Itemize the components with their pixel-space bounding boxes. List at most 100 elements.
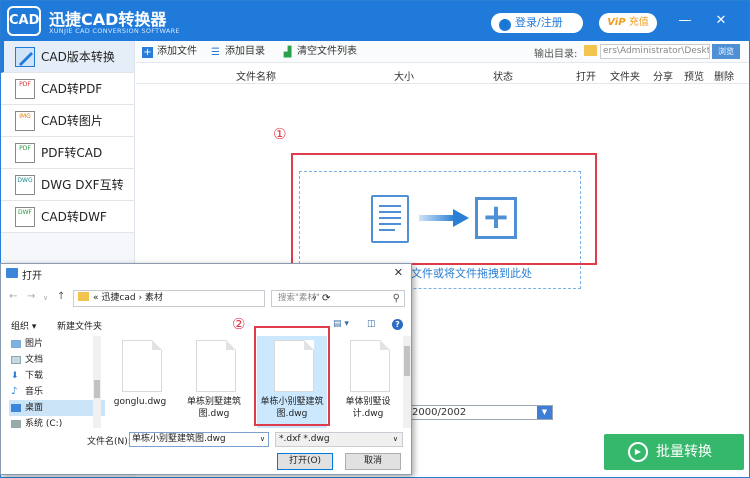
recent-dropdown-icon[interactable]: ∨ [43,294,48,302]
tree-item-documents[interactable]: 文档 [9,352,105,368]
user-icon: 👤 [499,19,511,31]
dialog-command-bar: 组织 ▾ 新建文件夹 ▤ ▾ ◫ ? [1,316,411,334]
desktop-icon [11,404,21,412]
image-icon: IMG [15,110,35,131]
up-arrow-icon[interactable]: ↑ [57,291,65,302]
chevron-down-icon[interactable]: ∨ [260,433,265,446]
tree-scrollbar[interactable] [93,336,101,428]
chevron-down-icon: ▼ [537,406,552,419]
close-icon[interactable]: ✕ [713,13,729,29]
version-value: 2000/2002 [412,407,467,418]
sidebar-item-label: CAD版本转换 [41,50,115,64]
output-dir-label: 输出目录: [534,49,578,60]
sidebar-item-cad-to-dwf[interactable]: DWF CAD转DWF [1,201,134,233]
forward-arrow-icon[interactable]: → [27,291,35,302]
help-icon[interactable]: ? [392,319,403,330]
col-folder: 文件夹 [610,72,640,83]
filename-label: 文件名(N): [87,437,131,447]
dialog-close-icon[interactable]: ✕ [394,266,403,279]
search-input[interactable]: 搜索"素材" ⚲ [271,290,405,307]
folder-icon[interactable] [584,45,597,56]
batch-convert-button[interactable]: ▶ 批量转换 [604,434,744,470]
highlight-box-drop [291,153,597,265]
col-filename: 文件名称 [236,72,276,83]
add-directory-button[interactable]: ☰ 添加目录 [210,45,265,59]
batch-convert-label: 批量转换 [656,444,712,460]
folder-icon [78,292,89,301]
cad-version-icon [15,46,35,67]
output-path-field[interactable]: ers\Administrator\Desktop [600,44,710,59]
pictures-icon [11,340,21,348]
broom-icon: ▟ [283,47,292,58]
breadcrumb-item[interactable]: 迅捷cad [101,293,135,303]
app-logo: CAD [7,6,41,36]
view-options-icon[interactable]: ▤ ▾ [333,319,349,329]
file-item[interactable]: 单体别墅设计.dwg [333,336,401,428]
sidebar-item-cad-to-pdf[interactable]: PDF CAD转PDF [1,73,134,105]
sidebar-item-dwg-dxf[interactable]: DWG DWG DXF互转 [1,169,134,201]
organize-button[interactable]: 组织 ▾ [11,319,36,332]
sidebar-item-label: CAD转图片 [41,114,103,128]
sidebar-item-label: PDF转CAD [41,146,103,160]
highlight-box-file [254,326,330,426]
clear-list-label: 清空文件列表 [297,46,357,57]
breadcrumb-item[interactable]: 素材 [145,293,163,303]
file-type-filter[interactable]: *.dxf *.dwg ∨ [275,432,403,447]
add-file-button[interactable]: + 添加文件 [142,45,197,59]
sidebar-item-label: CAD转DWF [41,210,107,224]
title-bar: CAD 迅捷CAD转换器 XUNJIE CAD CONVERSION SOFTW… [1,1,749,41]
tree-item-music[interactable]: ♪ 音乐 [9,384,105,400]
filename-input[interactable]: 单栋小别墅建筑图.dwg ∨ [129,432,269,447]
toolbar: + 添加文件 ☰ 添加目录 ▟ 清空文件列表 输出目录: ers\Administra… [136,41,749,63]
step-marker-2: ② [232,315,246,333]
open-button[interactable]: 打开(O) [277,453,333,470]
dwg-file-icon [122,340,162,392]
file-item[interactable]: 单栋别墅建筑图.dwg [179,336,249,428]
col-share: 分享 [653,72,673,83]
dialog-title-bar: 打开 ✕ [1,264,411,282]
col-open: 打开 [576,72,596,83]
music-icon: ♪ [11,386,18,397]
col-status: 状态 [493,72,513,83]
recharge-label: 充值 [628,17,649,28]
open-file-dialog: 打开 ✕ ← → ∨ ↑ « 迅捷cad › 素材 ∨ ⟳ 搜索"素材" ⚲ 组… [0,263,412,475]
files-scrollbar[interactable] [403,336,411,428]
tree-item-desktop[interactable]: 桌面 [9,400,105,416]
dwf-icon: DWF [15,206,35,227]
filename-value: 单栋小别墅建筑图.dwg [132,434,226,444]
sidebar-item-cad-to-image[interactable]: IMG CAD转图片 [1,105,134,137]
pdf-icon: PDF [15,78,35,99]
dwg-dxf-icon: DWG [15,174,35,195]
sidebar-item-pdf-to-cad[interactable]: PDF PDF转CAD [1,137,134,169]
cancel-button[interactable]: 取消 [345,453,401,470]
vip-recharge-button[interactable]: ViP 充值 [599,13,657,33]
chevron-down-icon: ∨ [392,435,398,443]
plus-icon: + [142,47,153,58]
col-delete: 删除 [714,72,734,83]
dialog-title: 打开 [22,271,42,282]
tree-item-system-drive[interactable]: 系统 (C:) [9,416,105,428]
sidebar-item-cad-version[interactable]: CAD版本转换 [1,41,134,73]
filter-value: *.dxf *.dwg [279,434,330,444]
minimize-icon[interactable]: — [677,13,693,29]
preview-pane-icon[interactable]: ◫ [367,319,376,329]
login-button[interactable]: 👤 登录/注册 [491,13,583,33]
app-subtitle: XUNJIE CAD CONVERSION SOFTWARE [49,27,180,35]
version-select[interactable]: 2000/2002 ▼ [407,405,553,420]
drop-hint-text[interactable]: 文件或将文件拖拽到此处 [411,265,532,281]
pdf-to-cad-icon: PDF [15,142,35,163]
address-bar[interactable]: « 迅捷cad › 素材 ∨ ⟳ [73,290,330,307]
back-arrow-icon[interactable]: ← [9,291,17,302]
sidebar-item-label: CAD转PDF [41,82,103,96]
clear-list-button[interactable]: ▟ 清空文件列表 [282,45,357,59]
tree-item-downloads[interactable]: ⬇ 下载 [9,368,105,384]
browse-button[interactable]: 浏览 [712,44,740,59]
file-item[interactable]: gonglu.dwg [105,336,175,428]
dialog-app-icon [6,268,18,278]
new-folder-button[interactable]: 新建文件夹 [57,319,102,332]
tree-item-pictures[interactable]: 图片 [9,336,105,352]
step-marker-1: ① [273,125,287,143]
col-preview: 预览 [684,72,704,83]
folder-tree: 图片 文档 ⬇ 下载 ♪ 音乐 桌面 系统 (C:) [9,336,105,428]
play-icon: ▶ [628,442,648,462]
